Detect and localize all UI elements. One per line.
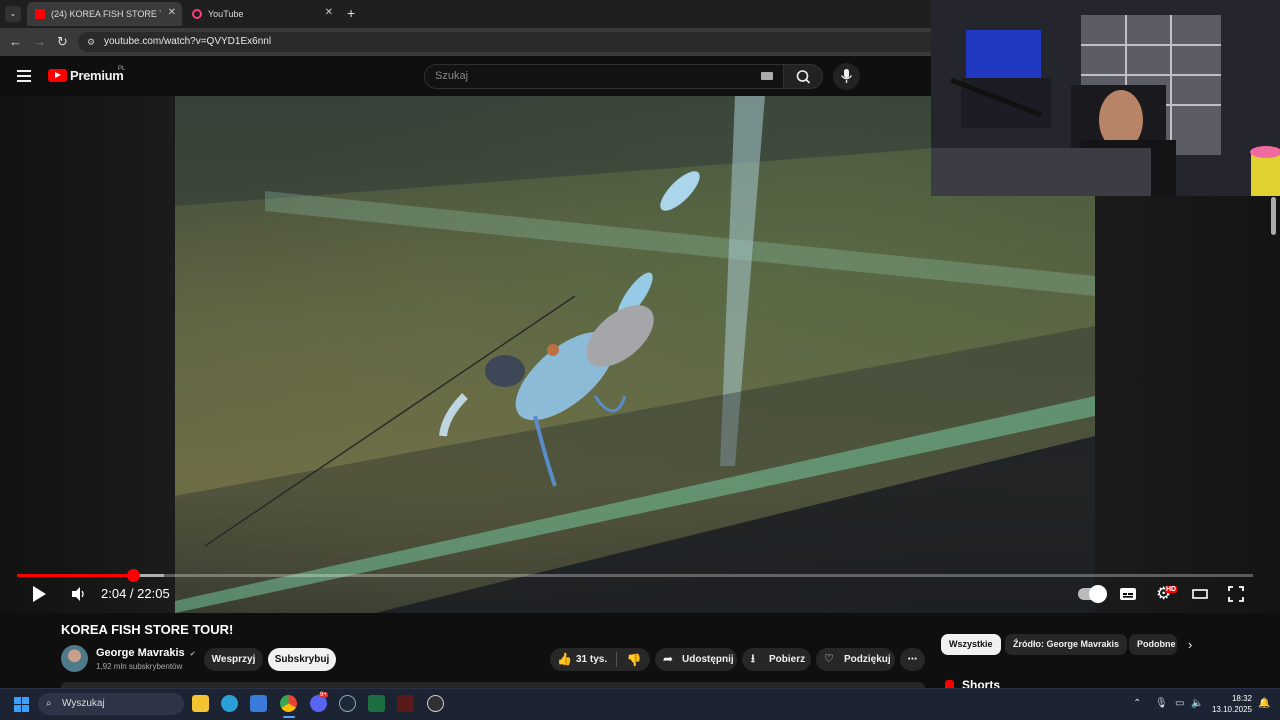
channel-avatar[interactable]	[61, 645, 88, 672]
discord-icon[interactable]: 9+	[310, 692, 328, 712]
player-letterbox-left	[0, 96, 175, 613]
game-app-icon[interactable]	[397, 695, 414, 712]
chip-from-channel[interactable]: Źródło: George Mavrakis	[1005, 634, 1128, 655]
webcam-overlay	[931, 0, 1280, 196]
volume-icon[interactable]	[70, 584, 86, 604]
microphone-tray-icon[interactable]: 🎙	[1155, 698, 1168, 709]
autoplay-knob-icon	[1089, 585, 1107, 603]
verified-icon: ✔	[189, 651, 196, 658]
youtube-favicon-icon	[192, 9, 202, 19]
thanks-button[interactable]: ♡ Podziękuj	[816, 648, 895, 671]
channel-name[interactable]: George Mavrakis ✔	[96, 647, 196, 659]
play-icon[interactable]	[30, 584, 48, 604]
like-button[interactable]: 👍 31 tys.	[550, 648, 616, 671]
dislike-button[interactable]: 👎	[618, 648, 650, 671]
taskbar-search-placeholder: Wyszukaj	[62, 698, 105, 709]
theater-mode-icon[interactable]	[1191, 584, 1209, 604]
channel-name-text: George Mavrakis	[96, 647, 185, 659]
progress-played	[17, 574, 134, 577]
taskbar-date[interactable]: 13.10.2025	[1206, 705, 1252, 714]
download-icon: ⭳	[751, 653, 755, 665]
speaker-icon[interactable]: 🔈	[1191, 698, 1203, 709]
time-display: 2:04 / 22:05	[101, 586, 170, 601]
excel-icon[interactable]	[368, 695, 385, 712]
current-time: 2:04	[101, 586, 127, 601]
active-app-indicator	[283, 716, 295, 718]
video-title: KOREA FISH STORE TOUR!	[61, 622, 234, 637]
progress-bar[interactable]	[17, 569, 1253, 582]
search-icon	[796, 70, 811, 84]
thanks-heart-icon: ♡	[824, 653, 834, 665]
duration: 22:05	[137, 586, 170, 601]
like-count: 31 tys.	[576, 654, 608, 665]
microsoft-store-icon[interactable]	[250, 695, 267, 712]
like-divider	[616, 652, 617, 667]
search-icon: ⌕	[46, 698, 52, 709]
search-input[interactable]: Szukaj	[424, 64, 784, 89]
download-button[interactable]: ⭳ Pobierz	[742, 648, 811, 671]
close-tab-icon[interactable]: ✕	[168, 7, 176, 18]
subscribe-button[interactable]: Subskrybuj	[268, 648, 336, 671]
network-icon[interactable]: ▭	[1175, 698, 1184, 709]
tab-korea-fish-store[interactable]: (24) KOREA FISH STORE TOUR! ✕	[27, 2, 182, 26]
thanks-label: Podziękuj	[844, 654, 891, 665]
chip-related[interactable]: Podobne	[1129, 634, 1177, 655]
download-label: Pobierz	[769, 654, 806, 665]
keyboard-icon[interactable]	[761, 72, 773, 80]
youtube-premium-logo[interactable]: Premium PL	[48, 66, 126, 83]
hd-badge: HD	[1165, 586, 1178, 593]
forward-arrow-icon[interactable]: →	[33, 34, 46, 49]
more-actions-button[interactable]: ⋯	[900, 648, 925, 671]
taskbar-search-input[interactable]: ⌕ Wyszukaj	[38, 693, 184, 715]
logo-text: Premium	[70, 68, 124, 83]
steam-icon[interactable]	[339, 695, 356, 712]
file-explorer-icon[interactable]	[192, 695, 209, 712]
hamburger-menu-icon[interactable]	[17, 70, 31, 85]
webcam-picture	[931, 0, 1280, 196]
share-label: Udostępnij	[682, 654, 734, 665]
edge-browser-icon[interactable]	[221, 695, 238, 712]
autoplay-toggle[interactable]	[1078, 585, 1107, 603]
subscriber-count: 1,92 mln subskrybentów	[96, 662, 183, 671]
page-scrollbar[interactable]	[1271, 197, 1276, 235]
tray-overflow-icon[interactable]: ⌃	[1133, 698, 1141, 709]
share-icon: ➦	[663, 652, 674, 666]
tab-youtube[interactable]: YouTube ✕	[184, 2, 339, 26]
reload-icon[interactable]: ↻	[57, 34, 68, 50]
country-code: PL	[118, 66, 126, 72]
url-text: youtube.com/watch?v=QVYD1Ex6nnl	[104, 36, 272, 47]
notifications-icon[interactable]: 🔔	[1258, 698, 1270, 709]
youtube-play-logo-icon	[48, 69, 67, 82]
tab-search-button[interactable]: ⌄	[5, 6, 21, 22]
new-tab-button[interactable]: +	[347, 5, 355, 21]
settings-button[interactable]: ⚙ HD	[1156, 584, 1180, 604]
chevron-right-icon[interactable]: ›	[1188, 637, 1192, 652]
chip-all[interactable]: Wszystkie	[941, 634, 1001, 655]
taskbar-time[interactable]: 18:32	[1222, 694, 1252, 703]
obs-icon[interactable]	[427, 695, 444, 712]
join-support-button[interactable]: Wesprzyj	[204, 648, 263, 671]
chrome-icon[interactable]	[280, 695, 297, 712]
fullscreen-icon[interactable]	[1227, 584, 1245, 604]
search-button[interactable]	[783, 64, 823, 89]
back-arrow-icon[interactable]: ←	[9, 34, 22, 49]
tab-title: YouTube	[208, 9, 244, 19]
site-info-icon[interactable]: ⚙	[87, 32, 95, 52]
close-tab-icon[interactable]: ✕	[325, 7, 333, 18]
url-bar[interactable]: ⚙ youtube.com/watch?v=QVYD1Ex6nnl	[78, 32, 938, 52]
thumbs-down-icon: 👎	[626, 653, 642, 667]
tab-title: (24) KOREA FISH STORE TOUR!	[51, 9, 161, 19]
voice-search-button[interactable]	[833, 63, 860, 90]
share-button[interactable]: ➦ Udostępnij	[655, 648, 737, 671]
subtitles-icon[interactable]	[1119, 584, 1137, 604]
microphone-icon	[840, 69, 853, 83]
windows-start-icon[interactable]	[14, 697, 29, 712]
discord-badge: 9+	[319, 692, 328, 698]
youtube-favicon-icon	[35, 9, 45, 19]
thumbs-up-icon: 👍	[557, 652, 572, 666]
